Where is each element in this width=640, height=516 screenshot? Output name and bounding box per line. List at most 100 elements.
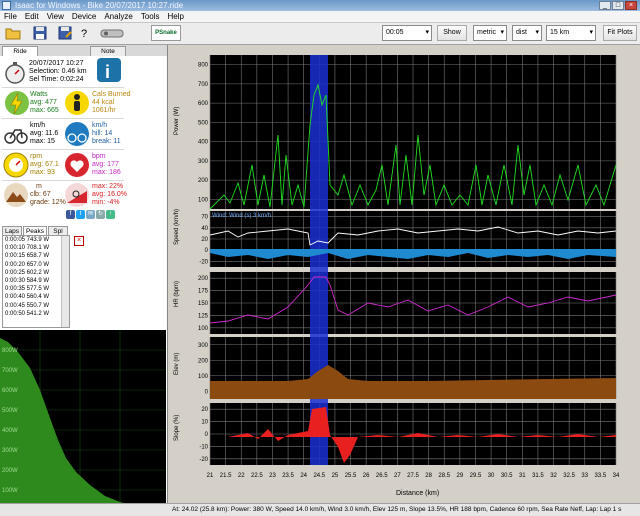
- slope-y-tick: 10: [201, 420, 208, 426]
- power-y-tick: 800: [198, 63, 209, 69]
- window-title: Isaac for Windows - Bike 20/07/2017 10:2…: [15, 1, 184, 10]
- speed-avg: avg: 11.6: [30, 130, 59, 137]
- climb-hill: hill: 14: [92, 130, 113, 137]
- power-y-tick: 600: [198, 101, 209, 107]
- maximize-button[interactable]: □: [612, 1, 624, 10]
- menu-file[interactable]: File: [0, 11, 21, 22]
- climb-label: km/h: [92, 122, 108, 129]
- x-axis-tick: 26.5: [376, 473, 388, 479]
- power-axis-label: Power (W): [174, 107, 180, 135]
- upload-icon[interactable]: ↑: [106, 210, 115, 219]
- hr-y-tick: 200: [198, 276, 209, 282]
- x-axis-tick: 33: [581, 473, 588, 479]
- zoom-select[interactable]: 15 km: [546, 25, 596, 41]
- app-icon: [2, 1, 11, 10]
- list-item[interactable]: 0:00:50 541.2 W: [3, 310, 69, 318]
- x-axis-tick: 29.5: [470, 473, 482, 479]
- power-curve-tick: 200W: [2, 468, 18, 474]
- ride-date: 20/07/2017 10:27: [29, 60, 84, 67]
- elevation-label: m: [36, 183, 42, 190]
- twitter-icon[interactable]: t: [76, 210, 85, 219]
- menu-tools[interactable]: Tools: [137, 11, 164, 22]
- elevation-climb: clb: 67: [30, 191, 51, 198]
- power-y-tick: 400: [198, 140, 209, 146]
- heart-rate-icon: [65, 153, 89, 177]
- peak-power-list[interactable]: 0:00:05 743.9 W 0:00:10 708.1 W 0:00:15 …: [2, 235, 70, 328]
- share-icon[interactable]: ↻: [96, 210, 105, 219]
- x-axis-tick: 24.5: [313, 473, 325, 479]
- power-curve-tick: 100W: [2, 488, 18, 494]
- elev-y-tick: 0: [205, 389, 209, 395]
- device-icon[interactable]: [98, 25, 126, 41]
- calories-figure-icon: [65, 91, 89, 115]
- speed-bike-icon: [4, 129, 28, 144]
- fit-plots-button[interactable]: Fit Plots: [603, 25, 637, 41]
- show-button[interactable]: Show: [437, 25, 467, 41]
- selection-band[interactable]: [310, 55, 328, 465]
- save-as-icon[interactable]: [57, 25, 73, 41]
- list-item[interactable]: 0:00:05 743.9 W: [3, 236, 69, 244]
- power-curve-tick: 400W: [2, 428, 18, 434]
- calories-rate: 1061/hr: [92, 107, 116, 114]
- x-axis-tick: 30: [488, 473, 495, 479]
- divider: [2, 149, 124, 150]
- speed-y-tick: 40: [201, 226, 208, 232]
- list-item[interactable]: 0:00:30 584.9 W: [3, 277, 69, 285]
- slope-axis-label: Slope (%): [174, 415, 180, 441]
- elevation-axis-label: Elev (m): [174, 353, 180, 375]
- menu-edit[interactable]: Edit: [21, 11, 43, 22]
- climb-break: break: 11: [92, 138, 121, 145]
- logo-badge[interactable]: PSnake: [151, 25, 181, 41]
- open-folder-icon[interactable]: [4, 25, 22, 41]
- email-icon[interactable]: ✉: [86, 210, 95, 219]
- list-item[interactable]: 0:00:45 550.7 W: [3, 302, 69, 310]
- tab-ride[interactable]: Ride: [2, 46, 38, 56]
- calories-kcal: 44 kcal: [92, 99, 115, 106]
- list-item[interactable]: 0:00:25 602.2 W: [3, 269, 69, 277]
- facebook-icon[interactable]: f: [66, 210, 75, 219]
- grade-min: min: -4%: [92, 199, 120, 206]
- power-y-tick: 100: [198, 197, 209, 203]
- list-item[interactable]: 0:00:10 708.1 W: [3, 244, 69, 252]
- x-axis-tick: 30.5: [501, 473, 513, 479]
- cadence-label: rpm: [30, 153, 43, 160]
- help-icon[interactable]: ?: [79, 25, 91, 41]
- x-axis-tick: 28.5: [438, 473, 450, 479]
- x-axis-tick: 28: [425, 473, 432, 479]
- x-axis-tick: 24: [300, 473, 307, 479]
- slope-y-tick: 20: [201, 407, 208, 413]
- x-axis-tick: 23: [269, 473, 276, 479]
- hr-axis-label: HR (bpm): [174, 281, 180, 307]
- mountain-icon: [4, 183, 28, 207]
- divider: [2, 118, 124, 119]
- menu-view[interactable]: View: [43, 11, 68, 22]
- hr-max: max: 186: [92, 169, 121, 176]
- divider: [2, 180, 124, 181]
- tab-note[interactable]: Note: [90, 46, 126, 56]
- x-axis-tick: 34: [613, 473, 620, 479]
- stopwatch-icon: [5, 62, 25, 84]
- power-curve-tick: 700W: [2, 368, 18, 374]
- x-axis-tick: 31: [519, 473, 526, 479]
- close-window-button[interactable]: ×: [625, 1, 637, 10]
- x-axis-label: Distance (km): [396, 490, 439, 497]
- menu-device[interactable]: Device: [68, 11, 100, 22]
- menu-help[interactable]: Help: [164, 11, 188, 22]
- time-select[interactable]: 00:05: [382, 25, 432, 41]
- list-item[interactable]: 0:00:40 560.4 W: [3, 293, 69, 301]
- speed-label: km/h: [30, 122, 46, 129]
- units-select[interactable]: metric: [473, 25, 507, 41]
- list-scrollbar[interactable]: [61, 236, 69, 327]
- hr-y-tick: 175: [198, 289, 209, 295]
- menu-analyze[interactable]: Analyze: [100, 11, 136, 22]
- list-item[interactable]: 0:00:20 657.0 W: [3, 261, 69, 269]
- axis-select[interactable]: dist: [512, 25, 542, 41]
- x-axis-tick: 22: [238, 473, 245, 479]
- list-item[interactable]: 0:00:15 658.7 W: [3, 252, 69, 260]
- save-icon[interactable]: [32, 25, 48, 41]
- elev-y-tick: 100: [198, 374, 209, 380]
- delete-icon[interactable]: ×: [74, 236, 84, 246]
- minimize-button[interactable]: _: [599, 1, 611, 10]
- x-axis-tick: 21: [207, 473, 214, 479]
- list-item[interactable]: 0:00:35 577.5 W: [3, 285, 69, 293]
